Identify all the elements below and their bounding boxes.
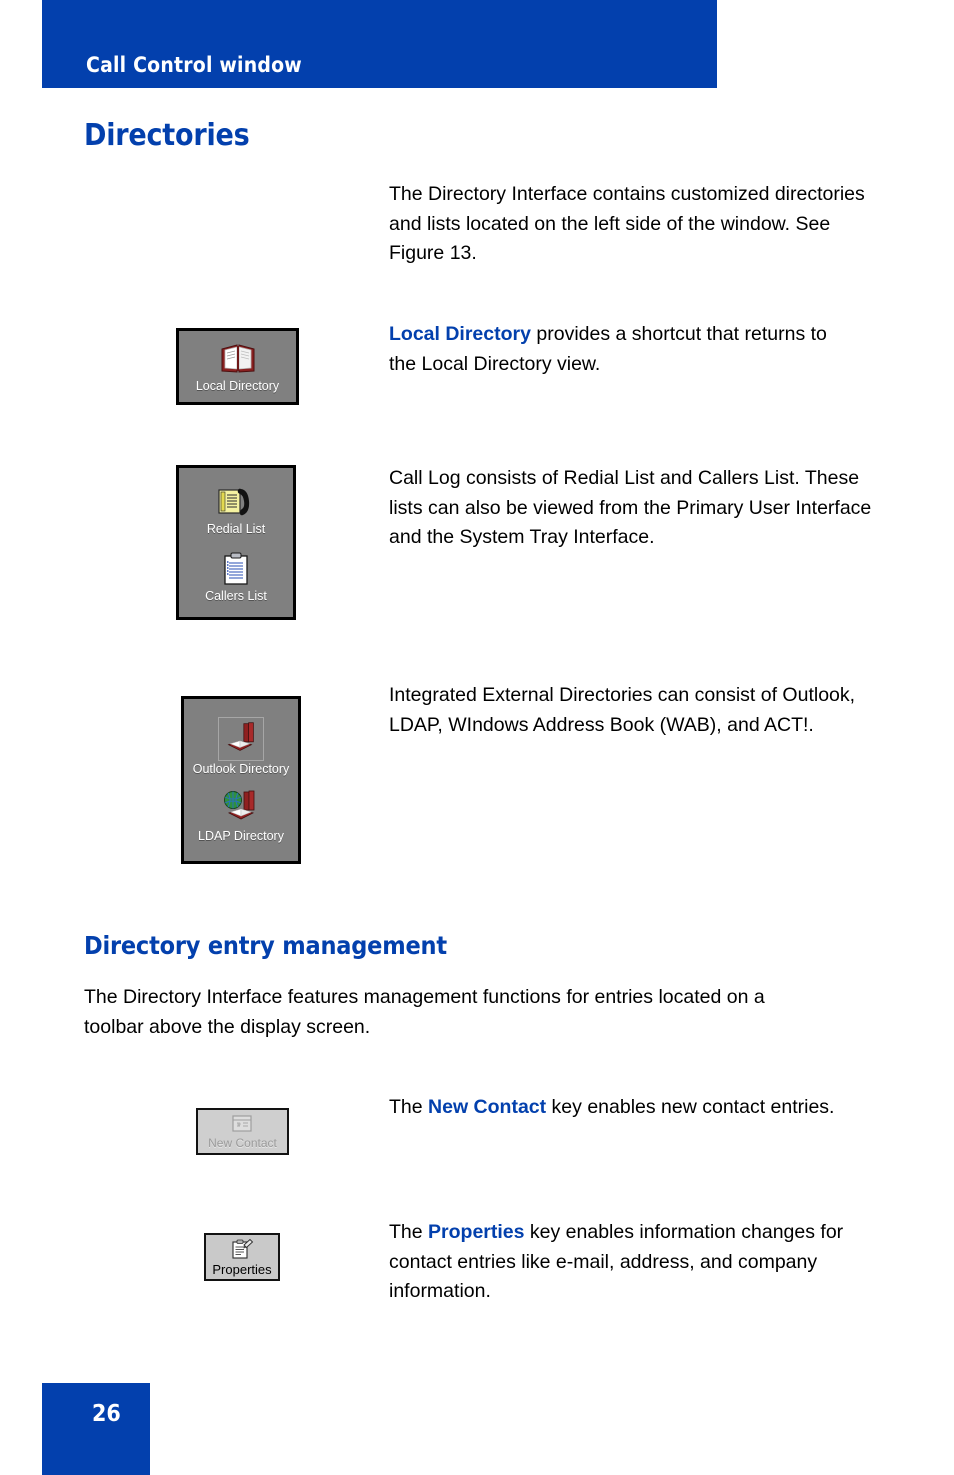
icon-panel-call-log: Redial List Callers List — [176, 465, 296, 620]
icon-label-new-contact: New Contact — [208, 1136, 277, 1150]
paragraph-properties-term: Properties — [428, 1221, 525, 1243]
paragraph-directory-interface-intro: The Directory Interface contains customi… — [389, 183, 865, 264]
contact-card-icon — [229, 1113, 255, 1135]
paragraph-external-directories: Integrated External Directories can cons… — [389, 684, 856, 736]
icon-label-redial-list: Redial List — [206, 521, 266, 536]
page-header-title: Call Control window — [86, 53, 302, 77]
paragraph-new-contact: The New Contact key enables new contact … — [389, 1093, 869, 1123]
icon-cell-ldap-directory[interactable]: LDAP Directory — [198, 786, 284, 843]
icon-panel-new-contact: New Contact — [196, 1108, 289, 1155]
paragraph-local-directory: Local Directory provides a shortcut that… — [389, 320, 859, 379]
open-book-icon — [216, 340, 260, 378]
books-open-book-icon — [218, 717, 264, 761]
paragraph-properties-pre: The — [389, 1221, 429, 1243]
heading-directory-entry-management: Directory entry management — [84, 931, 447, 960]
page-header-banner: Call Control window — [42, 0, 717, 88]
icon-panel-properties: Properties — [204, 1233, 280, 1281]
icon-label-callers-list: Callers List — [205, 588, 267, 603]
heading-directories: Directories — [84, 118, 250, 153]
icon-cell-local-directory[interactable]: Local Directory — [196, 340, 279, 393]
paragraph-new-contact-pre: The — [389, 1096, 429, 1118]
page-number: 26 — [92, 1401, 121, 1427]
button-properties[interactable]: Properties — [212, 1238, 272, 1277]
globe-books-icon — [219, 786, 263, 828]
icon-cell-redial-list[interactable]: Redial List — [207, 483, 265, 536]
button-new-contact[interactable]: New Contact — [208, 1113, 277, 1150]
icon-label-outlook-directory: Outlook Directory — [192, 762, 290, 776]
paragraph-local-directory-term: Local Directory — [389, 323, 531, 345]
paragraph-new-contact-post: key enables new contact entries. — [546, 1096, 835, 1118]
icon-cell-outlook-directory[interactable]: Outlook Directory — [192, 717, 290, 776]
paragraph-management-intro: The Directory Interface features managem… — [84, 986, 765, 1038]
notepad-handset-icon — [214, 483, 258, 521]
page-number-box: 26 — [42, 1383, 150, 1475]
clipboard-pencil-icon — [229, 1238, 255, 1261]
icon-label-local-directory: Local Directory — [195, 379, 280, 393]
icon-label-properties: Properties — [212, 1261, 272, 1277]
icon-panel-local-directory: Local Directory — [176, 328, 299, 405]
paragraph-properties: The Properties key enables information c… — [389, 1218, 849, 1307]
paragraph-new-contact-term: New Contact — [428, 1096, 547, 1118]
icon-panel-external-directories: Outlook Directory LDAP Directory — [181, 696, 301, 864]
icon-cell-callers-list[interactable]: Callers List — [205, 550, 267, 603]
clipboard-icon — [214, 550, 258, 588]
paragraph-call-log: Call Log consists of Redial List and Cal… — [389, 467, 872, 548]
icon-label-ldap-directory: LDAP Directory — [198, 829, 284, 843]
